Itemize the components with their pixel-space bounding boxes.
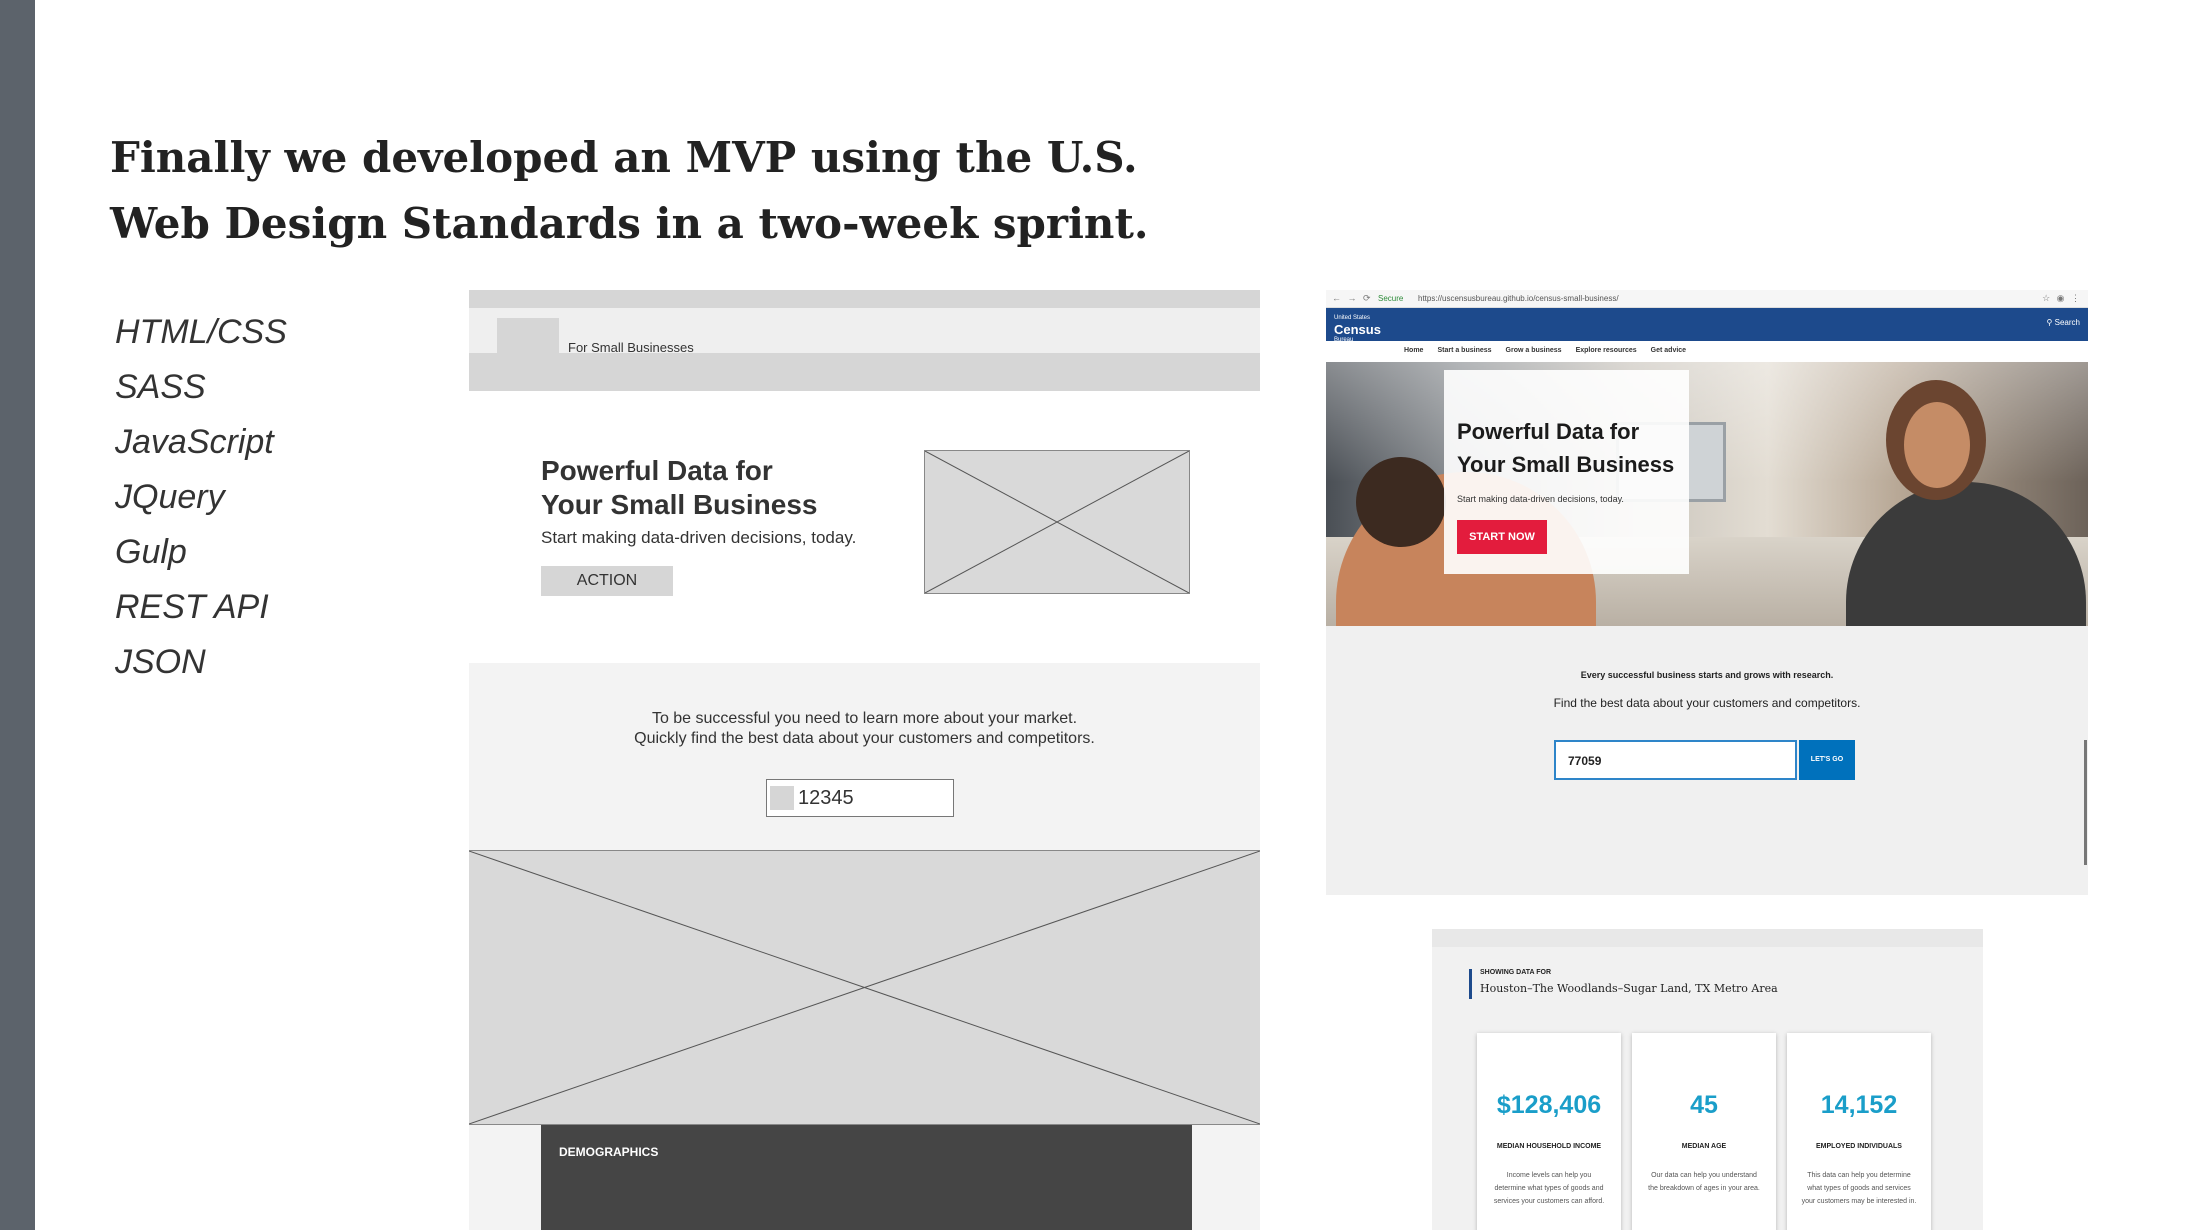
census-hero-title: Powerful Data for Your Small Business <box>1457 415 1674 481</box>
census-search-label: Search <box>2054 318 2080 327</box>
hero-photo-person-right-face <box>1904 402 1970 488</box>
wireframe-zip-icon <box>770 786 794 810</box>
wireframe-hero-title: Powerful Data for Your Small Business <box>541 454 921 522</box>
census-zip-input[interactable]: 77059 <box>1554 740 1797 780</box>
census-hero: Powerful Data for Your Small Business St… <box>1326 362 2088 626</box>
wireframe-section-text: To be successful you need to learn more … <box>469 709 1260 749</box>
wireframe-zip-value: 12345 <box>798 787 854 809</box>
results-panel: SHOWING DATA FOR Houston–The Woodlands–S… <box>1432 947 1975 1230</box>
census-search-button[interactable]: ⚲ Search <box>2047 318 2080 327</box>
tech-item: Gulp <box>115 533 187 571</box>
wireframe-demographics-panel: DEMOGRAPHICS <box>541 1125 1192 1230</box>
wireframe-hero-title-line-2: Your Small Business <box>541 489 818 520</box>
wireframe-hero-subtitle: Start making data-driven decisions, toda… <box>541 528 857 547</box>
browser-toolbar: ← → ⟳ Secure https://uscensusbureau.gith… <box>1326 290 2088 308</box>
wireframe-header: For Small Businesses <box>469 308 1260 356</box>
wireframe-zip-input[interactable]: 12345 <box>766 779 954 817</box>
slide-title-line-2: Web Design Standards in a two-week sprin… <box>110 199 1149 248</box>
census-find-data-line: Find the best data about your customers … <box>1553 696 1861 710</box>
slide-title-line-1: Finally we developed an MVP using the U.… <box>110 133 1138 182</box>
results-accent-bar <box>1469 969 1472 999</box>
census-nav-item[interactable]: Explore resources <box>1576 347 1637 354</box>
browser-tool-icons[interactable]: ☆ ◉ ⋮ <box>2042 293 2082 304</box>
search-icon: ⚲ <box>2046 318 2053 327</box>
wireframe-banner-image-placeholder <box>469 850 1260 1125</box>
wireframe-search-section: To be successful you need to learn more … <box>469 663 1260 850</box>
census-nav-item[interactable]: Start a business <box>1437 347 1491 354</box>
census-hero-title-line-1: Powerful Data for <box>1457 419 1640 444</box>
placeholder-cross-icon <box>469 851 1260 1124</box>
lets-go-button[interactable]: LET'S GO <box>1799 740 1855 780</box>
wireframe-image-placeholder <box>924 450 1190 594</box>
census-hero-title-line-2: Your Small Business <box>1457 452 1675 477</box>
tech-item: JavaScript <box>115 423 274 461</box>
stat-value: 14,152 <box>1820 1091 1898 1119</box>
tech-item: JSON <box>115 643 206 681</box>
showing-data-label: SHOWING DATA FOR <box>1480 969 1552 976</box>
start-now-button[interactable]: START NOW <box>1457 520 1547 554</box>
wireframe-top-strip <box>469 290 1260 308</box>
census-research-line: Every successful business starts and gro… <box>1580 670 1834 680</box>
tech-item: HTML/CSS <box>115 313 287 351</box>
stat-value: $128,406 <box>1496 1091 1602 1119</box>
wireframe-logo-placeholder <box>497 318 559 356</box>
wireframe-nav-bar <box>469 353 1260 391</box>
wireframe-hero-title-line-1: Powerful Data for <box>541 455 773 486</box>
census-nav-item[interactable]: Get advice <box>1651 347 1686 354</box>
wireframe-section-line-1: To be successful you need to learn more … <box>651 710 1078 727</box>
tech-stack-list: HTML/CSS SASS JavaScript JQuery Gulp RES… <box>115 305 287 690</box>
stat-card-age: 45 MEDIAN AGE Our data can help you unde… <box>1632 1033 1776 1230</box>
tech-item: SASS <box>115 368 206 406</box>
metro-area-name: Houston–The Woodlands–Sugar Land, TX Met… <box>1480 982 1778 995</box>
wireframe-action-button[interactable]: ACTION <box>541 566 673 596</box>
census-header: United States Census Bureau ⚲ Search <box>1326 308 2088 343</box>
stat-description: This data can help you determine what ty… <box>1801 1172 1917 1205</box>
slide-side-bar <box>0 0 35 1230</box>
data-results-screenshot: SHOWING DATA FOR Houston–The Woodlands–S… <box>1432 929 1983 1230</box>
tech-item: REST API <box>115 588 269 626</box>
census-nav: Home Start a business Grow a business Ex… <box>1326 341 2088 362</box>
stat-description: Income levels can help you determine wha… <box>1493 1172 1605 1205</box>
stat-card-income: $128,406 MEDIAN HOUSEHOLD INCOME Income … <box>1477 1033 1621 1230</box>
placeholder-cross-icon <box>925 451 1189 593</box>
browser-nav-icons[interactable]: ← → ⟳ <box>1332 293 1373 304</box>
tech-item: JQuery <box>115 478 225 516</box>
site-homepage-screenshot: ← → ⟳ Secure https://uscensusbureau.gith… <box>1326 290 2088 895</box>
census-nav-item[interactable]: Home <box>1404 347 1423 354</box>
stat-card-employed: 14,152 EMPLOYED INDIVIDUALS This data ca… <box>1787 1033 1931 1230</box>
wireframe-demographics-label: DEMOGRAPHICS <box>559 1145 659 1159</box>
census-hero-card: Powerful Data for Your Small Business St… <box>1444 370 1689 574</box>
stat-description: Our data can help you understand the bre… <box>1648 1172 1760 1192</box>
results-top-strip <box>1432 929 1983 947</box>
hero-photo-person-right <box>1846 482 2086 626</box>
stat-value: 45 <box>1690 1091 1718 1119</box>
census-hero-subtitle: Start making data-driven decisions, toda… <box>1457 494 1624 504</box>
wireframe-mockup: For Small Businesses Powerful Data for Y… <box>469 290 1260 1230</box>
stat-label: MEDIAN AGE <box>1681 1143 1727 1150</box>
wireframe-section-line-2: Quickly find the best data about your cu… <box>634 730 1095 747</box>
census-nav-item[interactable]: Grow a business <box>1506 347 1562 354</box>
slide-title: Finally we developed an MVP using the U.… <box>110 125 1149 257</box>
census-zip-value: 77059 <box>1568 754 1602 768</box>
browser-url[interactable]: https://uscensusbureau.github.io/census-… <box>1418 294 1619 303</box>
browser-secure-label: Secure <box>1378 294 1404 303</box>
stat-label: MEDIAN HOUSEHOLD INCOME <box>1496 1143 1602 1150</box>
scrollbar[interactable] <box>2084 740 2087 865</box>
stat-label: EMPLOYED INDIVIDUALS <box>1816 1143 1902 1150</box>
census-nav-items: Home Start a business Grow a business Ex… <box>1404 347 1686 354</box>
hero-photo-person-left-head <box>1356 457 1446 547</box>
